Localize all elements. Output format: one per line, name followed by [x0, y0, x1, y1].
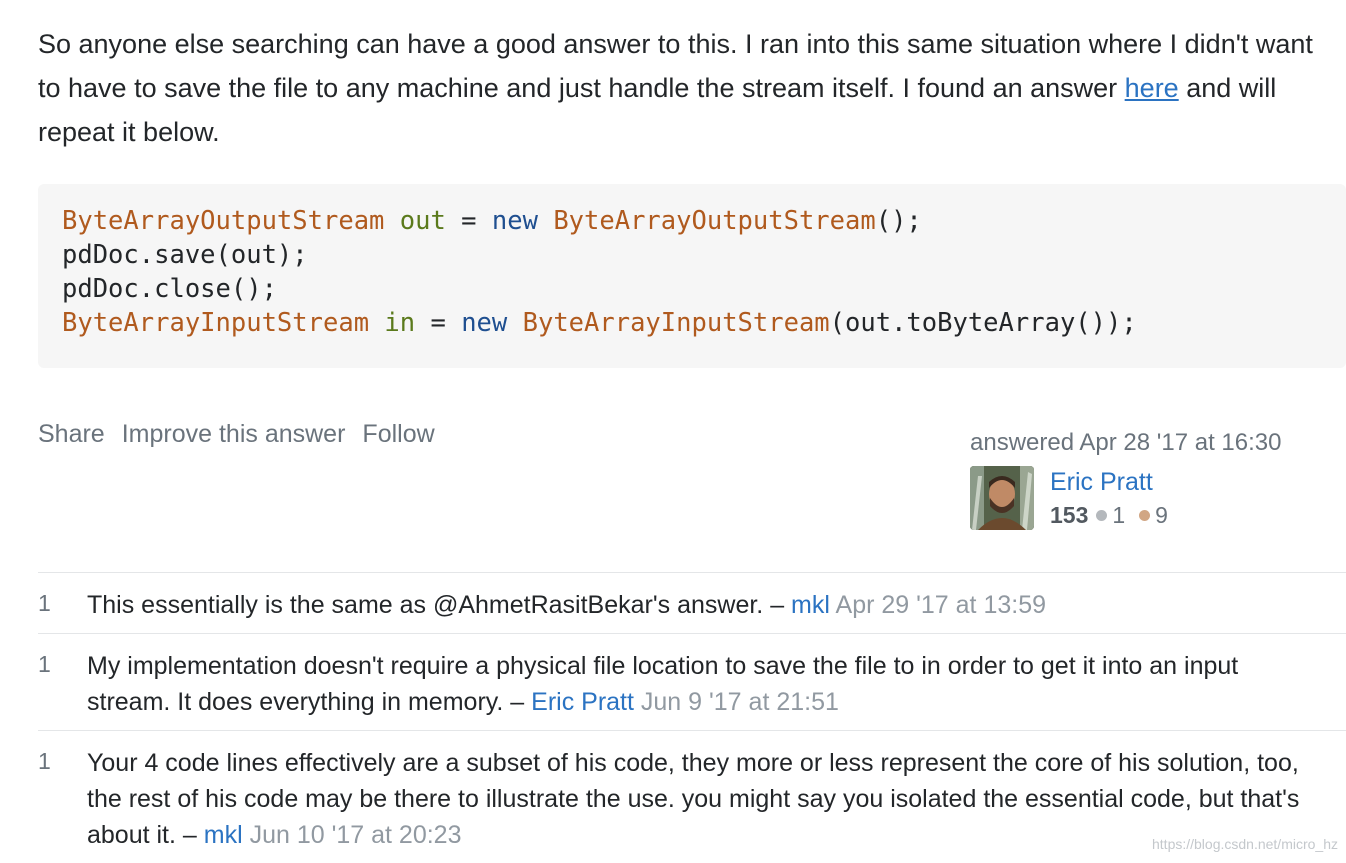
user-name-link[interactable]: Eric Pratt — [1050, 466, 1168, 498]
user-reputation: 153 1 9 — [1050, 498, 1168, 532]
code-token: pdDoc.close(); — [62, 274, 277, 304]
comment-date[interactable]: Jun 10 '17 at 20:23 — [250, 821, 462, 849]
comment: 1 This essentially is the same as @Ahmet… — [38, 573, 1346, 634]
bronze-badge-count: 9 — [1155, 502, 1168, 528]
silver-badge-icon — [1096, 510, 1108, 521]
user-signature: answered Apr 28 '17 at 16:30 Eric Pratt … — [970, 428, 1281, 532]
bronze-badge-icon — [1139, 510, 1151, 521]
code-line: pdDoc.save(out); — [62, 238, 1346, 272]
code-token: in — [384, 308, 416, 338]
comment: 1 Your 4 code lines effectively are a su… — [38, 731, 1346, 863]
code-token: = — [445, 206, 492, 236]
answer-text-before: So anyone else searching can have a good… — [38, 29, 1313, 103]
watermark: https://blog.csdn.net/micro_hz — [1152, 836, 1338, 852]
comment-score: 1 — [38, 590, 51, 616]
code-line: ByteArrayOutputStream out = new ByteArra… — [62, 204, 1346, 238]
silver-badge-count: 1 — [1112, 502, 1126, 528]
code-token: (out.toByteArray()); — [829, 308, 1137, 338]
code-token: pdDoc.save(out); — [62, 240, 308, 270]
comment-user-link[interactable]: mkl — [204, 821, 243, 849]
share-link[interactable]: Share — [38, 420, 105, 449]
post-menu: Share Improve this answer Follow — [38, 420, 435, 449]
code-block: ByteArrayOutputStream out = new ByteArra… — [38, 184, 1346, 368]
improve-answer-link[interactable]: Improve this answer — [122, 420, 346, 449]
user-details: Eric Pratt 153 1 9 — [1050, 466, 1168, 532]
comment-body: My implementation doesn't require a phys… — [87, 652, 1239, 716]
code-token: out — [399, 206, 446, 236]
answer-body: So anyone else searching can have a good… — [38, 22, 1338, 154]
follow-link[interactable]: Follow — [362, 420, 434, 449]
comment-score: 1 — [38, 651, 51, 677]
code-token: ByteArrayInputStream — [522, 308, 830, 338]
code-token: ByteArrayInputStream — [62, 308, 370, 338]
comment: 1 My implementation doesn't require a ph… — [38, 634, 1346, 731]
code-token: (); — [875, 206, 922, 236]
code-token: ByteArrayOutputStream — [553, 206, 876, 236]
comment-user-link[interactable]: mkl — [791, 591, 830, 619]
comment-score: 1 — [38, 748, 51, 774]
code-line: pdDoc.close(); — [62, 272, 1346, 306]
comment-date[interactable]: Apr 29 '17 at 13:59 — [836, 591, 1047, 619]
answered-timestamp[interactable]: answered Apr 28 '17 at 16:30 — [970, 428, 1281, 458]
code-token: new — [491, 206, 538, 236]
comment-text: This essentially is the same as @AhmetRa… — [87, 591, 764, 619]
code-token: = — [415, 308, 462, 338]
here-link[interactable]: here — [1125, 73, 1179, 103]
comment-user-link[interactable]: Eric Pratt — [531, 688, 634, 716]
comment-date[interactable]: Jun 9 '17 at 21:51 — [641, 688, 839, 716]
avatar[interactable] — [970, 466, 1034, 530]
code-line: ByteArrayInputStream in = new ByteArrayI… — [62, 306, 1346, 340]
comments-list: 1 This essentially is the same as @Ahmet… — [38, 572, 1346, 863]
reputation-score: 153 — [1050, 502, 1089, 528]
code-token: ByteArrayOutputStream — [62, 206, 385, 236]
user-card: Eric Pratt 153 1 9 — [970, 466, 1281, 532]
avatar-image — [970, 466, 1034, 530]
code-token: new — [461, 308, 508, 338]
comment-body: This essentially is the same as @AhmetRa… — [87, 591, 1047, 619]
